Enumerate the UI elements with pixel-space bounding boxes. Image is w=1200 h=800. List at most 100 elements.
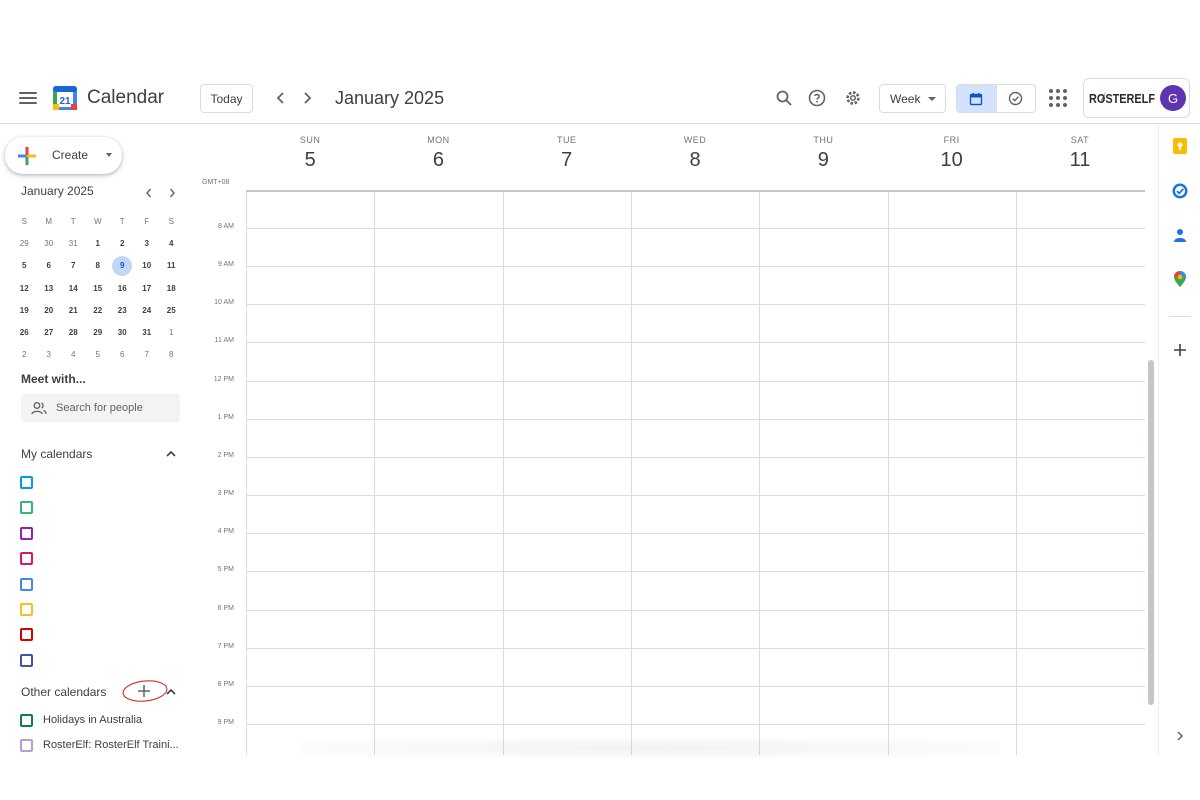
expand-icon[interactable]: [1170, 726, 1190, 746]
mini-day[interactable]: 23: [110, 299, 135, 321]
mini-day[interactable]: 31: [61, 232, 86, 254]
contacts-icon[interactable]: [1170, 225, 1190, 245]
vertical-scrollbar[interactable]: [1148, 360, 1154, 705]
calendar-view-toggle[interactable]: [957, 85, 996, 112]
mini-day-number: 20: [44, 305, 54, 315]
mini-day[interactable]: 30: [110, 321, 135, 343]
mini-day[interactable]: 12: [12, 277, 37, 299]
mini-day[interactable]: 11: [159, 255, 184, 277]
chevron-up-icon[interactable]: [165, 448, 177, 460]
mini-day[interactable]: 8: [86, 255, 111, 277]
mini-day[interactable]: 7: [135, 344, 160, 366]
mini-day[interactable]: 19: [12, 299, 37, 321]
chevron-up-icon[interactable]: [165, 686, 177, 698]
my-calendar-checkbox[interactable]: [20, 577, 33, 591]
search-people-input[interactable]: Search for people: [21, 394, 180, 422]
settings-button[interactable]: [841, 86, 865, 110]
mini-day-number: 31: [68, 238, 78, 248]
mini-day[interactable]: 7: [61, 255, 86, 277]
mini-day[interactable]: 1: [86, 232, 111, 254]
day-date[interactable]: 10: [888, 149, 1016, 172]
other-calendar-checkbox[interactable]: [20, 739, 33, 752]
hour-label: 10 AM: [214, 299, 234, 307]
mini-prev-month-icon[interactable]: [142, 187, 156, 199]
mini-day[interactable]: 8: [159, 344, 184, 366]
mini-day-number: 21: [68, 305, 78, 315]
today-button[interactable]: Today: [200, 84, 253, 113]
side-panel-divider: [1169, 316, 1191, 317]
mini-day[interactable]: 24: [135, 299, 160, 321]
mini-weekday-header: F: [144, 216, 150, 226]
google-apps-icon[interactable]: [1048, 88, 1068, 108]
mini-day[interactable]: 16: [110, 277, 135, 299]
mini-day-number: 15: [93, 283, 103, 293]
other-calendars-header[interactable]: Other calendars: [21, 683, 181, 701]
mini-day[interactable]: 30: [37, 232, 62, 254]
previous-week-button[interactable]: [269, 86, 293, 110]
mini-day[interactable]: 14: [61, 277, 86, 299]
mini-day[interactable]: 18: [159, 277, 184, 299]
my-calendars-header[interactable]: My calendars: [21, 445, 181, 463]
mini-day-selected[interactable]: 9: [110, 255, 135, 277]
day-date[interactable]: 5: [246, 149, 374, 172]
mini-next-month-icon[interactable]: [165, 187, 179, 199]
mini-day[interactable]: 4: [61, 344, 86, 366]
day-header: MON 6: [374, 135, 502, 172]
my-calendar-checkbox[interactable]: [20, 476, 33, 489]
mini-day[interactable]: 17: [135, 277, 160, 299]
mini-day[interactable]: 22: [86, 299, 111, 321]
my-calendar-checkbox[interactable]: [20, 526, 33, 540]
mini-day[interactable]: 10: [135, 255, 160, 277]
mini-day[interactable]: 25: [159, 299, 184, 321]
day-date[interactable]: 6: [374, 149, 502, 172]
main-menu-icon[interactable]: [16, 86, 40, 110]
tasks-view-toggle[interactable]: [995, 85, 1036, 112]
my-calendar-checkbox[interactable]: [20, 628, 33, 642]
my-calendar-checkbox[interactable]: [20, 552, 33, 566]
tasks-icon[interactable]: [1170, 181, 1190, 201]
mini-day[interactable]: 1: [159, 321, 184, 343]
my-calendar-checkbox[interactable]: [20, 653, 33, 667]
mini-day[interactable]: 27: [37, 321, 62, 343]
account-avatar[interactable]: G: [1160, 85, 1186, 111]
next-week-button[interactable]: [295, 86, 319, 110]
mini-day[interactable]: 3: [37, 344, 62, 366]
keep-icon[interactable]: [1170, 136, 1190, 156]
mini-day[interactable]: 6: [37, 255, 62, 277]
mini-day[interactable]: 2: [12, 344, 37, 366]
my-calendar-checkbox[interactable]: [20, 603, 33, 616]
mini-day[interactable]: 15: [86, 277, 111, 299]
mini-day[interactable]: 6: [110, 344, 135, 366]
add-icon[interactable]: [1170, 340, 1190, 360]
maps-icon[interactable]: [1170, 269, 1190, 289]
mini-day[interactable]: 4: [159, 232, 184, 254]
mini-day[interactable]: 29: [86, 321, 111, 343]
day-date[interactable]: 7: [503, 149, 631, 172]
mini-day[interactable]: 28: [61, 321, 86, 343]
day-date[interactable]: 11: [1016, 149, 1144, 172]
mini-day[interactable]: 5: [12, 255, 37, 277]
mini-day[interactable]: 29: [12, 232, 37, 254]
mini-day[interactable]: 13: [37, 277, 62, 299]
account-switcher[interactable]: ROSTERELF G: [1083, 78, 1190, 118]
mini-day[interactable]: 21: [61, 299, 86, 321]
week-grid[interactable]: [246, 190, 1145, 755]
add-other-calendar-icon[interactable]: [136, 683, 152, 699]
caret-down-icon: [928, 97, 936, 101]
day-date[interactable]: 8: [631, 149, 759, 172]
day-date[interactable]: 9: [759, 149, 887, 172]
mini-day[interactable]: 26: [12, 321, 37, 343]
other-calendar-checkbox[interactable]: [20, 714, 33, 727]
mini-day[interactable]: 3: [135, 232, 160, 254]
view-selector[interactable]: Week: [879, 84, 946, 113]
my-calendar-checkbox[interactable]: [20, 501, 33, 515]
search-button[interactable]: [772, 86, 796, 110]
mini-day[interactable]: 2: [110, 232, 135, 254]
help-button[interactable]: [805, 86, 829, 110]
mini-day[interactable]: 31: [135, 321, 160, 343]
mini-day[interactable]: 20: [37, 299, 62, 321]
create-button[interactable]: Create: [5, 137, 122, 174]
day-header: THU 9: [759, 135, 887, 172]
mini-day-number: 3: [46, 350, 51, 360]
mini-day[interactable]: 5: [86, 344, 111, 366]
